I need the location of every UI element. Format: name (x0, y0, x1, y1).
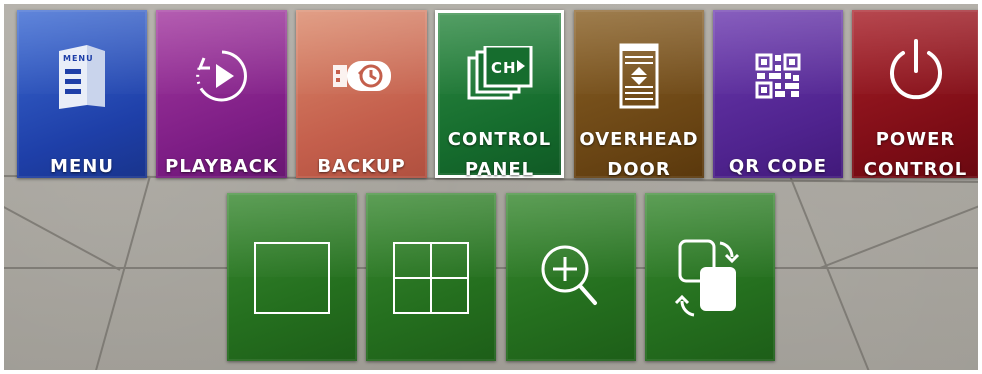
overhead-door-icon (574, 40, 704, 112)
playback-button[interactable]: PLAYBACK (156, 10, 287, 178)
menu-book-icon: MENU (17, 40, 147, 112)
power-icon (852, 32, 979, 108)
quad-view-button[interactable] (366, 193, 496, 361)
ch-glyph-text: CH (491, 59, 517, 77)
svg-text:MENU: MENU (63, 54, 94, 63)
menu-label: MENU (50, 156, 114, 177)
backup-label: BACKUP (317, 156, 406, 177)
overhead-door-button[interactable]: OVERHEAD DOOR (574, 10, 704, 180)
playback-label: PLAYBACK (165, 156, 278, 177)
overhead-door-label-line1: OVERHEAD (579, 129, 699, 150)
zoom-button[interactable] (506, 193, 636, 361)
qr-code-button[interactable]: QR CODE (713, 10, 843, 178)
control-panel-label-line1: CONTROL (447, 129, 552, 150)
overhead-door-label-line2: DOOR (607, 159, 671, 180)
power-control-label-line2: CONTROL (863, 159, 968, 180)
control-panel-button[interactable]: CH CONTROL PANEL (435, 10, 564, 180)
qr-code-label: QR CODE (728, 156, 828, 177)
usb-backup-icon (296, 40, 427, 112)
power-control-label-line1: POWER (875, 129, 956, 150)
backup-button[interactable]: BACKUP (296, 10, 427, 178)
power-control-button[interactable]: POWER CONTROL (852, 10, 979, 180)
playback-icon (156, 40, 287, 112)
zoom-in-icon (506, 233, 636, 323)
swap-icon (645, 233, 775, 323)
single-view-button[interactable] (227, 193, 357, 361)
control-panel-label-line2: PANEL (464, 159, 535, 180)
swap-button[interactable] (645, 193, 775, 361)
menu-button[interactable]: MENU MENU (17, 10, 147, 178)
quad-view-icon (366, 233, 496, 323)
single-view-icon (227, 233, 357, 323)
channel-panel-icon: CH (438, 40, 561, 112)
qr-code-icon (713, 40, 843, 112)
